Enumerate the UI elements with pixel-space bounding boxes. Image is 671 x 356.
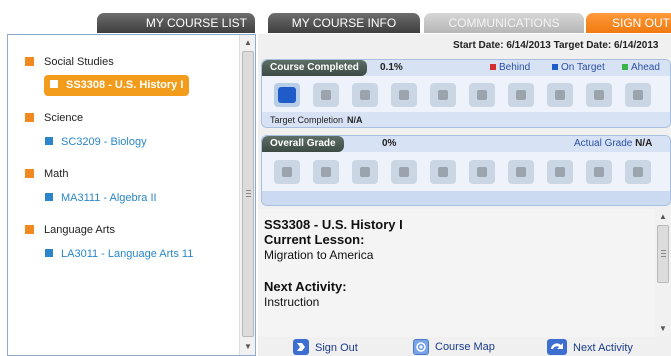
legend-swatch — [622, 64, 628, 70]
course-item-sc3209[interactable]: SC3209 - Biology — [45, 133, 147, 151]
grade-cell — [469, 160, 495, 184]
course-bullet-icon — [45, 137, 53, 145]
grip-line — [661, 253, 666, 254]
subject-bullet-icon — [25, 113, 34, 122]
subject-language-arts: Language Arts — [25, 222, 115, 238]
course-completed-box: Course Completed 0.1% Behind On Target A… — [261, 59, 671, 128]
subject-label: Science — [44, 112, 84, 124]
subject-bullet-icon — [25, 169, 34, 178]
next-activity-button[interactable]: Next Activity — [547, 339, 633, 355]
course-list-scrollbar[interactable]: ▲ ▼ — [239, 35, 255, 355]
lesson-progress-cell — [586, 83, 612, 107]
grip-line — [661, 250, 666, 251]
grip-line — [661, 256, 666, 257]
course-item-ss3308[interactable]: SS3308 - U.S. History I — [44, 75, 190, 96]
next-activity-label: Next Activity: — [264, 279, 347, 294]
tab-sign-out[interactable]: Sign Out — [586, 13, 671, 33]
target-completion: Target Completion N/A — [270, 115, 363, 125]
scrollbar-thumb[interactable] — [657, 225, 669, 283]
course-item-ma3111[interactable]: MA3111 - Algebra II — [45, 189, 157, 207]
grade-cell — [508, 160, 534, 184]
grade-cells — [274, 160, 651, 184]
lesson-progress-cell — [625, 83, 651, 107]
top-tab-bar: My Course List My Course Info Communicat… — [0, 0, 671, 34]
lesson-progress-cells — [274, 83, 651, 107]
current-lesson-value: Migration to America — [264, 248, 374, 262]
subject-bullet-icon — [25, 225, 34, 234]
actual-grade: Actual Grade N/A — [574, 138, 653, 149]
sign-out-icon — [293, 339, 309, 355]
lesson-progress-cell — [430, 83, 456, 107]
grade-cell — [313, 160, 339, 184]
course-label: MA3111 - Algebra II — [61, 192, 157, 204]
lesson-progress-cell — [547, 83, 573, 107]
grip-line — [246, 193, 251, 194]
current-lesson-label: Current Lesson: — [264, 232, 365, 247]
grade-cell — [274, 160, 300, 184]
course-label: SC3209 - Biology — [61, 136, 147, 148]
course-label: LA3011 - Language Arts 11 — [61, 248, 194, 260]
scroll-up-arrow-icon[interactable]: ▲ — [240, 35, 256, 51]
scroll-down-arrow-icon[interactable]: ▼ — [655, 321, 671, 337]
grade-cell — [352, 160, 378, 184]
lesson-scrollbar[interactable]: ▲ ▼ — [655, 209, 671, 337]
subject-science: Science — [25, 110, 83, 126]
course-map-button[interactable]: Course Map — [413, 339, 495, 355]
subject-social-studies: Social Studies — [25, 54, 114, 70]
course-map-icon — [413, 339, 429, 355]
lesson-progress-cell — [313, 83, 339, 107]
lesson-info-panel: SS3308 - U.S. History I Current Lesson: … — [258, 209, 671, 337]
course-bullet-icon — [45, 193, 53, 201]
course-list-panel: Social Studies SS3308 - U.S. History I S… — [7, 34, 256, 356]
course-item-la3011[interactable]: LA3011 - Language Arts 11 — [45, 245, 193, 263]
overall-grade-value: 0% — [382, 138, 397, 149]
subject-math: Math — [25, 166, 68, 182]
legend-ahead: Ahead — [622, 62, 660, 73]
course-completed-title: Course Completed — [262, 60, 367, 76]
course-bullet-icon — [45, 249, 53, 257]
subject-label: Math — [44, 168, 69, 180]
grip-line — [246, 190, 251, 191]
scroll-down-arrow-icon[interactable]: ▼ — [240, 339, 256, 355]
legend-behind: Behind — [490, 62, 530, 73]
action-bar: Sign Out Course Map Next Activity — [258, 337, 671, 356]
subject-label: Social Studies — [44, 56, 114, 68]
lesson-progress-cell — [274, 83, 300, 107]
overall-grade-title: Overall Grade — [262, 136, 344, 152]
grade-cell — [586, 160, 612, 184]
course-dates: Start Date: 6/14/2013 Target Date: 6/14/… — [453, 40, 659, 51]
course-label: SS3308 - U.S. History I — [66, 79, 184, 91]
lesson-progress-cell — [508, 83, 534, 107]
tab-my-course-info[interactable]: My Course Info — [268, 13, 420, 33]
course-info-panel: Start Date: 6/14/2013 Target Date: 6/14/… — [258, 34, 671, 356]
grade-cell — [625, 160, 651, 184]
lesson-progress-cell — [352, 83, 378, 107]
scroll-up-arrow-icon[interactable]: ▲ — [655, 209, 671, 225]
grade-cell — [430, 160, 456, 184]
legend-swatch — [552, 64, 558, 70]
grade-footer — [262, 191, 670, 205]
next-activity-value: Instruction — [264, 295, 320, 309]
grip-line — [246, 196, 251, 197]
subject-bullet-icon — [25, 57, 34, 66]
overall-grade-box: Overall Grade 0% Actual Grade N/A — [261, 135, 671, 206]
tab-communications[interactable]: Communications — [424, 13, 584, 33]
tab-my-course-list[interactable]: My Course List — [97, 13, 255, 33]
grade-cell — [391, 160, 417, 184]
lesson-course-title: SS3308 - U.S. History I — [264, 217, 403, 232]
subject-label: Language Arts — [44, 224, 115, 236]
legend-swatch — [490, 64, 496, 70]
grade-cell — [547, 160, 573, 184]
scrollbar-thumb[interactable] — [242, 51, 254, 337]
course-bullet-icon — [50, 80, 58, 88]
course-completed-value: 0.1% — [380, 62, 403, 73]
sign-out-button[interactable]: Sign Out — [293, 339, 358, 355]
legend-on-target: On Target — [552, 62, 605, 73]
lesson-progress-cell — [391, 83, 417, 107]
target-completion-bar: Target Completion N/A — [262, 112, 670, 127]
next-activity-icon — [547, 339, 567, 355]
lesson-progress-cell — [469, 83, 495, 107]
